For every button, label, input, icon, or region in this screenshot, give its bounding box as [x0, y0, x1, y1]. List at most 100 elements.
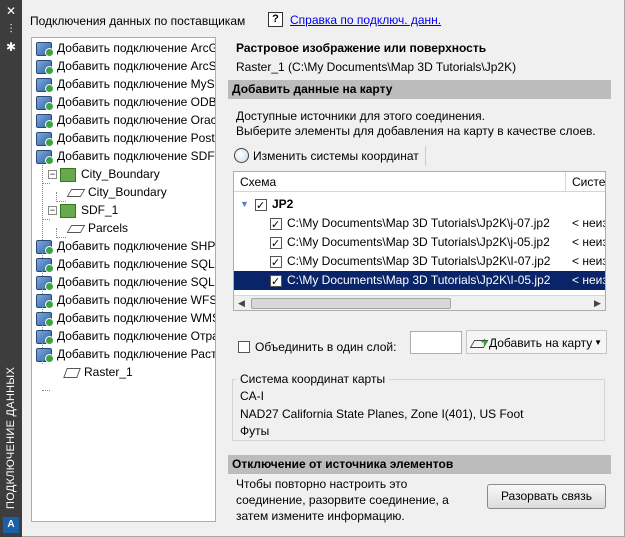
tree-provider-item[interactable]: Добавить подключение Oracle: [36, 111, 216, 129]
tree-feature-item[interactable]: Parcels: [66, 219, 128, 237]
row-checkbox[interactable]: [270, 216, 282, 235]
provider-icon: [36, 95, 54, 111]
tree-item-label: Добавить подключение WFS: [57, 293, 216, 307]
tree-feature-item[interactable]: City_Boundary: [66, 183, 167, 201]
add-to-map-label: Добавить на карту: [489, 336, 593, 350]
tree-item-label: Добавить подключение Отражение: [57, 329, 215, 343]
tree-item-label: City_Boundary: [81, 167, 160, 181]
row-path: C:\My Documents\Map 3D Tutorials\Jp2K\j-…: [287, 216, 550, 230]
providers-heading: Подключения данных по поставщикам: [30, 14, 246, 28]
collapse-toggle-icon[interactable]: −: [48, 206, 57, 216]
group-checkbox[interactable]: [255, 197, 267, 216]
column-header-coordinate-system[interactable]: Система координат: [566, 172, 605, 192]
tree-provider-item[interactable]: Добавить подключение SQLite: [36, 273, 216, 291]
pin-icon[interactable]: ⫶: [4, 22, 18, 36]
chevron-down-icon[interactable]: ▼: [594, 331, 602, 355]
connection-path: Raster_1 (C:\My Documents\Map 3D Tutoria…: [236, 60, 517, 74]
tree-provider-item[interactable]: Добавить подключение MySQL: [36, 75, 215, 93]
map-cs-code: CA-I: [240, 389, 264, 403]
schema-row[interactable]: C:\My Documents\Map 3D Tutorials\Jp2K\I-…: [234, 271, 605, 292]
add-to-map-button[interactable]: Добавить на карту ▼: [466, 330, 607, 354]
settings-icon[interactable]: ✱: [4, 40, 18, 54]
schema-group-row[interactable]: ▼ JP2: [234, 195, 605, 216]
merge-label: Объединить в один слой:: [255, 340, 397, 354]
merge-option[interactable]: Объединить в один слой:: [238, 340, 396, 354]
tree-item-label: Добавить подключение ArcGIS: [57, 41, 216, 55]
row-path: C:\My Documents\Map 3D Tutorials\Jp2K\I-…: [287, 273, 551, 287]
row-coordinate-system: < неизвестно >: [572, 254, 605, 268]
tree-item-label: Добавить подключение SQLite: [57, 275, 216, 289]
help-link[interactable]: Справка по подключ. данн.: [290, 13, 441, 27]
layer-icon: [60, 203, 76, 218]
tree-provider-item[interactable]: Добавить подключение Растр: [36, 345, 216, 363]
tree-provider-item[interactable]: Добавить подключение SDF: [36, 147, 215, 165]
tree-provider-item[interactable]: Добавить подключение ArcGIS: [36, 39, 216, 57]
tree-connection-item[interactable]: − SDF_1: [48, 201, 118, 219]
schema-row[interactable]: C:\My Documents\Map 3D Tutorials\Jp2K\j-…: [234, 233, 605, 254]
tree-item-label: Parcels: [88, 221, 129, 235]
schema-row[interactable]: C:\My Documents\Map 3D Tutorials\Jp2K\I-…: [234, 252, 605, 273]
map-cs-legend: Система координат карты: [236, 372, 390, 386]
palette-title: ПОДКЛЮЧЕНИЕ ДАННЫХ: [5, 366, 17, 509]
tree-provider-item[interactable]: Добавить подключение SHP: [36, 237, 215, 255]
tree-provider-item[interactable]: Добавить подключение ODBC: [36, 93, 215, 111]
row-checkbox[interactable]: [270, 254, 282, 273]
add-data-section-header: Добавить данные на карту: [228, 80, 611, 99]
close-icon[interactable]: ✕: [4, 4, 18, 18]
tree-item-label: Добавить подключение SDF: [57, 149, 215, 163]
tree-item-label: Добавить подключение WMS: [57, 311, 216, 325]
tree-provider-item[interactable]: Добавить подключение WFS: [36, 291, 216, 309]
schema-grid[interactable]: Схема Система координат ▼ JP2 C:\My Docu…: [233, 171, 606, 311]
grid-header: Схема Система координат: [234, 172, 605, 192]
provider-icon: [36, 293, 54, 309]
tree-connection-item[interactable]: − City_Boundary: [48, 165, 160, 183]
autocad-logo-icon: A: [3, 517, 19, 533]
disconnect-button[interactable]: Разорвать связь: [487, 484, 606, 509]
horizontal-scrollbar[interactable]: ◀ ▶: [234, 295, 605, 310]
add-data-description-1: Доступные источники для этого соединения…: [236, 109, 485, 123]
merge-checkbox[interactable]: [238, 340, 250, 353]
tree-connection-item[interactable]: Raster_1: [48, 363, 133, 381]
row-checkbox[interactable]: [270, 235, 282, 254]
provider-icon: [36, 41, 54, 57]
provider-icon: [36, 131, 54, 147]
tree-connector: [42, 219, 50, 220]
provider-icon: [36, 257, 54, 273]
tree-item-label: Добавить подключение Oracle: [57, 113, 216, 127]
tree-item-label: SDF_1: [81, 203, 119, 217]
map-cs-units: Футы: [240, 424, 270, 438]
collapse-triangle-icon[interactable]: ▼: [240, 195, 249, 214]
merge-layer-name-input[interactable]: [410, 331, 462, 354]
change-coordinate-systems-button[interactable]: Изменить системы координат: [230, 146, 426, 166]
scroll-thumb[interactable]: [251, 298, 451, 309]
provider-icon: [36, 239, 54, 255]
disconnect-section-header: Отключение от источника элементов: [228, 455, 611, 474]
schema-row[interactable]: C:\My Documents\Map 3D Tutorials\Jp2K\j-…: [234, 214, 605, 235]
tree-provider-item[interactable]: Добавить подключение PostGIS: [36, 129, 215, 147]
provider-tree[interactable]: Добавить подключение ArcGIS Добавить подк…: [31, 37, 216, 522]
tree-provider-item[interactable]: Добавить подключение ArcSDE: [36, 57, 215, 75]
column-header-schema[interactable]: Схема: [234, 172, 566, 192]
disconnect-description-2: соединение, разорвите соединение, а: [236, 493, 449, 507]
disconnect-description-3: затем измените информацию.: [236, 509, 405, 523]
tree-item-label: City_Boundary: [88, 185, 167, 199]
tree-connector: [42, 183, 50, 184]
tree-item-label: Raster_1: [84, 365, 133, 379]
data-connect-panel: Подключения данных по поставщикам ? Спра…: [22, 0, 625, 537]
provider-icon: [36, 329, 54, 345]
tree-provider-item[interactable]: Добавить подключение WMS: [36, 309, 216, 327]
collapse-toggle-icon[interactable]: −: [48, 170, 57, 180]
row-checkbox[interactable]: [270, 273, 282, 292]
help-icon[interactable]: ?: [268, 12, 283, 27]
tree-provider-item[interactable]: Добавить подключение Отражение: [36, 327, 215, 345]
scroll-right-icon[interactable]: ▶: [590, 296, 605, 310]
palette-titlebar[interactable]: ✕ ⫶ ✱ ПОДКЛЮЧЕНИЕ ДАННЫХ A: [0, 0, 22, 537]
group-label: JP2: [272, 197, 294, 211]
tree-provider-item[interactable]: Добавить подключение SQL Server: [36, 255, 215, 273]
source-type-title: Растровое изображение или поверхность: [236, 41, 487, 55]
tree-item-label: Добавить подключение Растр: [57, 347, 216, 361]
map-cs-name: NAD27 California State Planes, Zone I(40…: [240, 407, 524, 421]
scroll-left-icon[interactable]: ◀: [234, 296, 249, 310]
provider-icon: [36, 275, 54, 291]
change-cs-label: Изменить системы координат: [253, 149, 419, 163]
